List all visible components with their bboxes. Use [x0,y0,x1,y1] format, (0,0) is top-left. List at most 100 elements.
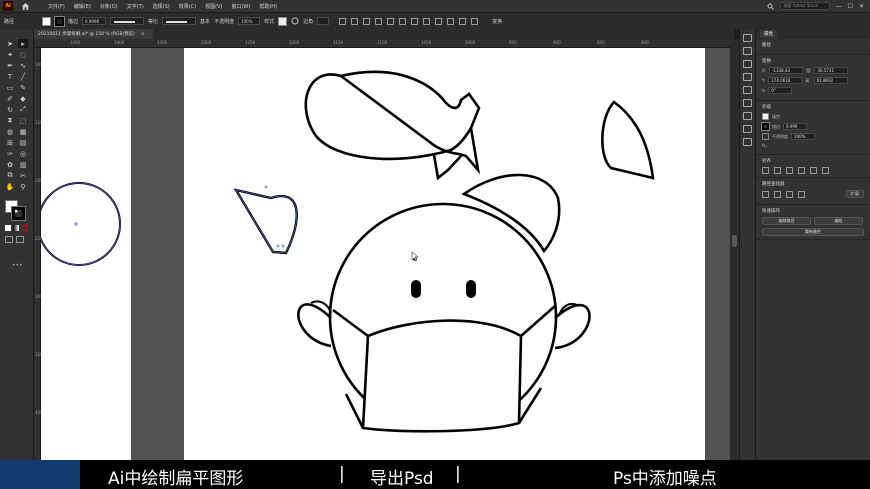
libraries-panel-icon[interactable] [743,47,752,55]
right-eye[interactable] [466,280,476,298]
transparency-panel-icon[interactable] [743,125,752,133]
recolor-button[interactable]: 重新着色 [762,228,864,236]
distribute-bottom-icon[interactable] [435,17,443,25]
left-eye[interactable] [411,280,421,298]
mask-strap-left-top[interactable] [332,308,369,338]
blend-tool-icon[interactable]: ◎ [18,149,28,158]
layers-panel-icon[interactable] [743,60,752,68]
anchor-point[interactable] [281,244,285,248]
align-bottom-icon[interactable] [399,17,407,25]
distribute-right-icon[interactable] [471,17,479,25]
document-tab-close-icon[interactable]: × [141,32,145,37]
variable-width-profile[interactable] [110,17,145,25]
hand-tool-icon[interactable]: ✋ [5,182,15,191]
gradient-tool-icon[interactable]: ▤ [18,138,28,147]
intersect-icon[interactable] [786,190,793,198]
rotate-tool-icon[interactable]: ↻ [5,105,15,114]
menu-select[interactable]: 选择(S) [153,3,170,10]
stock-search-input[interactable]: 搜索 Adobe Stock [779,2,830,10]
stroke-weight-input[interactable]: 0.9998 [82,17,107,25]
none-mode-icon[interactable] [21,225,27,231]
minus-front-icon[interactable] [774,190,781,198]
vertical-ruler[interactable]: 100 150 200 250 300 350 400 [34,48,43,460]
close-icon[interactable]: ✕ [859,3,864,10]
align-vcenter-icon[interactable] [810,167,817,174]
direct-selection-tool-icon[interactable]: ▸ [18,39,28,48]
menu-edit[interactable]: 编辑(E) [74,3,91,10]
color-mode-icon[interactable] [5,225,11,231]
minimize-icon[interactable]: — [836,3,842,10]
paintbrush-icon[interactable]: ✎ [18,83,28,92]
type-tool-icon[interactable]: T [5,72,15,81]
free-transform-icon[interactable]: ⬚ [18,116,28,125]
mask-strap-right-bottom[interactable] [517,387,543,424]
offset-path-button[interactable]: 偏移路径 [762,217,811,225]
perspective-grid-icon[interactable]: ▦ [18,127,28,136]
zoom-tool-icon[interactable]: ⚲ [18,182,28,191]
shape-builder-icon[interactable]: ◍ [5,127,15,136]
horizontal-ruler[interactable]: 1450 1400 1350 1300 1250 1200 1150 1100 … [34,39,734,48]
group-button[interactable]: 编组 [814,217,863,225]
menu-help[interactable]: 帮助(H) [259,3,277,10]
transform-label[interactable]: 变换 [492,18,502,25]
align-bottom-icon[interactable] [822,167,829,174]
bubble-top-tail[interactable] [340,70,481,129]
fill-swatch[interactable] [42,16,52,26]
canvas[interactable] [41,48,730,460]
scrollbar-thumb[interactable] [732,235,737,247]
width-tool-icon[interactable]: ⧗ [5,116,15,125]
exclude-icon[interactable] [798,190,805,198]
opacity-input[interactable]: 100% [791,133,815,140]
brushes-panel-icon[interactable] [743,86,752,94]
properties-tab[interactable]: 属性 [760,30,777,38]
stroke-color-swatch[interactable] [761,122,770,131]
symbol-sprayer-icon[interactable]: ✿ [5,160,15,169]
bubble-top[interactable] [304,73,481,175]
gradient-mode-icon[interactable] [13,225,19,231]
appearance-panel-icon[interactable] [743,138,752,146]
opacity-label[interactable]: 不透明度 [772,134,788,140]
distribute-top-icon[interactable] [411,17,419,25]
slice-tool-icon[interactable]: ✂ [18,171,28,180]
menu-object[interactable]: 对象(O) [100,3,118,10]
menu-view[interactable]: 视图(V) [205,3,222,10]
bubble-small-piece[interactable] [432,154,462,181]
more-tools-icon[interactable]: ••• [12,262,23,269]
selection-tool-icon[interactable]: ➤ [5,39,15,48]
corner-input[interactable] [317,17,330,25]
column-graph-icon[interactable]: ▥ [18,160,28,169]
rectangle-tool-icon[interactable]: ▭ [5,83,15,92]
h-input[interactable]: 61.8692 [813,77,848,84]
distribute-center-icon[interactable] [459,17,467,25]
angle-input[interactable]: 0° [768,87,793,94]
eyedropper-icon[interactable]: ✑ [5,149,15,158]
anchor-point[interactable] [276,244,280,248]
graphic-style-swatch[interactable] [278,16,288,26]
align-top-icon[interactable] [375,17,383,25]
opacity-label[interactable]: 不透明度 [214,18,234,25]
align-middle-icon[interactable] [387,17,395,25]
selected-shape[interactable] [233,188,298,255]
fx-icon[interactable]: fx. [762,143,767,148]
scale-tool-icon[interactable]: ⤢ [18,105,28,114]
expand-button[interactable]: 扩展 [846,190,864,198]
stroke-swatch[interactable] [54,15,66,27]
x-input[interactable]: -1338.43 [769,67,804,74]
distribute-left-icon[interactable] [447,17,455,25]
brush-definition[interactable] [162,17,197,25]
align-right-icon[interactable] [363,17,371,25]
eraser-icon[interactable]: ◆ [18,94,28,103]
align-left-icon[interactable] [762,167,769,174]
maximize-icon[interactable]: ☐ [848,3,853,10]
mask-strap-right-top[interactable] [520,305,556,337]
mask[interactable] [361,319,523,433]
curvature-tool-icon[interactable]: ∿ [18,61,28,70]
document-tab[interactable]: 20210611 步骤拆解.ai* @ 150 % (RGB/预览) × [34,29,153,39]
anchor-point[interactable] [264,185,268,189]
corner-label[interactable]: 边角 [303,18,313,25]
w-input[interactable]: 30.5731 [814,67,849,74]
distribute-middle-icon[interactable] [423,17,431,25]
menu-window[interactable]: 窗口(W) [231,3,250,10]
opacity-input[interactable]: 100% [238,17,261,25]
align-hcenter-icon[interactable] [774,167,781,174]
